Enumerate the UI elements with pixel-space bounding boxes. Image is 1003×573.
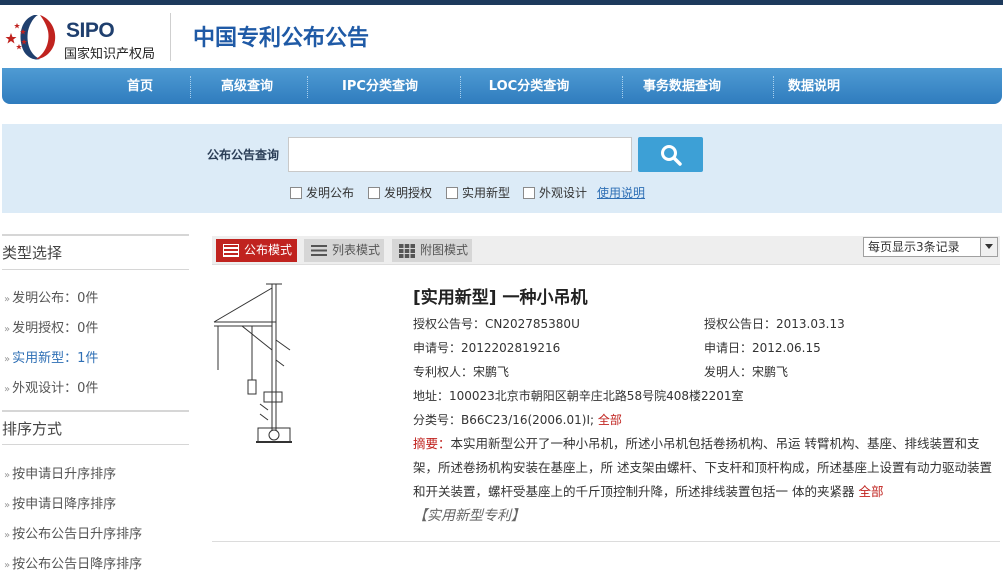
application-date: 申请日：2012.06.15 [704, 341, 821, 355]
checkbox-label: 发明授权 [384, 186, 433, 200]
per-page-value: 每页显示3条记录 [868, 240, 960, 254]
patent-drawing-thumbnail[interactable] [212, 280, 304, 448]
checkbox-box[interactable] [446, 187, 458, 199]
logo-sipo-text: SIPO [66, 19, 115, 42]
inventor: 发明人：宋鹏飞 [704, 365, 789, 379]
type-item-label: 发明公布：0件 [12, 291, 99, 306]
application-number: 申请号：2012202819216 [413, 341, 561, 355]
header: SIPO 国家知识产权局 中国专利公布公告 [0, 5, 1003, 68]
mode-list-button[interactable]: 列表模式 [304, 239, 384, 262]
address: 地址：100023北京市朝阳区朝辛庄北路58号院408楼2201室 [413, 389, 744, 403]
checkbox-design[interactable]: 外观设计 [523, 184, 587, 200]
nav-separator [622, 76, 623, 98]
type-item-label: 外观设计：0件 [12, 381, 99, 396]
result-title[interactable]: [实用新型] 一种小吊机 [413, 283, 587, 308]
list-icon [311, 245, 327, 256]
nav-home[interactable]: 首页 [110, 68, 170, 104]
checkbox-invention-publication[interactable]: 发明公布 [290, 184, 354, 200]
checkbox-invention-grant[interactable]: 发明授权 [368, 184, 432, 200]
chevron-down-icon [980, 238, 997, 256]
type-item-utility-model[interactable]: » 实用新型：1件 [4, 347, 98, 366]
mode-label: 公布模式 [244, 243, 293, 257]
result-divider [212, 541, 1000, 542]
search-button[interactable] [638, 137, 703, 172]
checkbox-label: 发明公布 [306, 186, 355, 200]
search-input[interactable] [288, 137, 632, 172]
abstract-text: 本实用新型公开了一种小吊机，所述小吊机包括卷扬机构、吊运 转臂机构、基座、排线装… [413, 436, 992, 499]
search-panel: 公布公告查询 发明公布 发明授权 实用新型 外观设计 使用说明 [2, 124, 1002, 213]
nav-data-description[interactable]: 数据说明 [782, 68, 846, 104]
nav-transaction-search[interactable]: 事务数据查询 [632, 68, 732, 104]
sidebar-rule [2, 410, 189, 412]
sort-title: 排序方式 [2, 420, 63, 438]
patent-type-tag: 【实用新型专利】 [413, 508, 525, 524]
type-item-design[interactable]: » 外观设计：0件 [4, 377, 98, 396]
type-item-label: 实用新型：1件 [12, 351, 99, 366]
sort-apply-date-desc[interactable]: » 按申请日降序排序 [4, 493, 116, 512]
type-select-title: 类型选择 [2, 244, 63, 262]
sort-item-label: 按申请日升序排序 [12, 467, 117, 482]
flag-list-icon [223, 244, 239, 257]
sipo-logo[interactable]: SIPO 国家知识产权局 [4, 11, 166, 63]
grant-date: 授权公告日：2013.03.13 [704, 317, 845, 331]
checkbox-utility-model[interactable]: 实用新型 [446, 184, 510, 200]
sort-item-label: 按公布公告日升序排序 [12, 527, 143, 542]
checkbox-box[interactable] [523, 187, 535, 199]
sort-publish-date-desc[interactable]: » 按公布公告日降序排序 [4, 553, 142, 572]
nav-separator [773, 76, 774, 98]
nav-separator [307, 76, 308, 98]
search-label: 公布公告查询 [207, 148, 280, 162]
sort-apply-date-asc[interactable]: » 按申请日升序排序 [4, 463, 116, 482]
sort-item-label: 按公布公告日降序排序 [12, 557, 143, 572]
sidebar-rule [2, 269, 189, 270]
logo-cn-text: 国家知识产权局 [64, 47, 156, 62]
type-item-invention-publication[interactable]: » 发明公布：0件 [4, 287, 98, 306]
abstract-all-link[interactable]: 全部 [858, 484, 883, 499]
mode-publication-button[interactable]: 公布模式 [216, 239, 297, 262]
checkbox-box[interactable] [290, 187, 302, 199]
checkbox-label: 外观设计 [539, 186, 588, 200]
mode-drawing-button[interactable]: 附图模式 [392, 239, 472, 262]
classification-all-link[interactable]: 全部 [598, 413, 622, 427]
nav-separator [460, 76, 461, 98]
abstract-label: 摘要： [413, 436, 451, 451]
search-icon [661, 145, 682, 166]
patentee: 专利权人：宋鹏飞 [413, 365, 510, 379]
main-nav: 首页 高级查询 IPC分类查询 LOC分类查询 事务数据查询 数据说明 [2, 68, 1002, 104]
help-link[interactable]: 使用说明 [597, 184, 645, 201]
grant-number: 授权公告号：CN202785380U [413, 317, 580, 331]
classification-number: 分类号：B66C23/16(2006.01)I; [413, 413, 595, 427]
crane-drawing-icon [213, 283, 292, 443]
header-divider [170, 13, 171, 61]
checkbox-label: 实用新型 [462, 186, 511, 200]
checkbox-box[interactable] [368, 187, 380, 199]
nav-advanced-search[interactable]: 高级查询 [208, 68, 286, 104]
site-title: 中国专利公布公告 [193, 26, 370, 51]
per-page-select[interactable]: 每页显示3条记录 [863, 237, 998, 257]
nav-separator [190, 76, 191, 98]
sidebar-rule [2, 234, 189, 236]
mode-label: 列表模式 [332, 243, 381, 257]
sort-publish-date-asc[interactable]: » 按公布公告日升序排序 [4, 523, 142, 542]
sipo-emblem-icon [5, 15, 56, 60]
mode-label: 附图模式 [420, 243, 469, 257]
abstract: 摘要：本实用新型公开了一种小吊机，所述小吊机包括卷扬机构、吊运 转臂机构、基座、… [413, 432, 999, 504]
nav-ipc-search[interactable]: IPC分类查询 [328, 68, 432, 104]
classification-row: 分类号：B66C23/16(2006.01)I; 全部 [413, 411, 622, 428]
sidebar-rule [2, 444, 189, 445]
nav-loc-search[interactable]: LOC分类查询 [477, 68, 581, 104]
type-item-label: 发明授权：0件 [12, 321, 99, 336]
type-item-invention-grant[interactable]: » 发明授权：0件 [4, 317, 98, 336]
sort-item-label: 按申请日降序排序 [12, 497, 117, 512]
grid-icon [399, 244, 415, 258]
